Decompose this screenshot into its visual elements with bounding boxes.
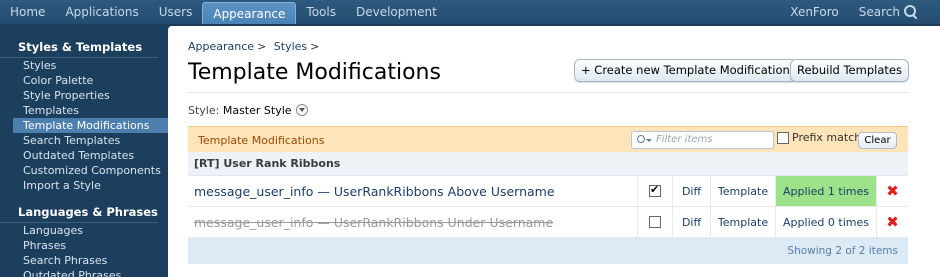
enable-toggle[interactable] (637, 207, 672, 237)
modification-link[interactable]: message_user_info — UserRankRibbons Unde… (188, 207, 637, 237)
sidebar-item-style-properties[interactable]: Style Properties (0, 88, 168, 103)
nav-tab-applications[interactable]: Applications (55, 0, 148, 24)
nav-search[interactable]: Search (849, 0, 940, 24)
nav-tab-home[interactable]: Home (0, 0, 55, 24)
list-header: Template Modifications Filter items Pref… (188, 126, 908, 152)
prefix-match-checkbox[interactable] (777, 131, 789, 144)
delete-icon: ✖ (886, 213, 899, 231)
breadcrumb: Appearance > Styles > (188, 40, 323, 53)
clear-filter-button[interactable]: Clear (858, 132, 897, 149)
addon-group-header: [RT] User Rank Ribbons (188, 152, 908, 176)
filter-icon (637, 135, 652, 145)
filter-input[interactable]: Filter items (631, 131, 774, 149)
enable-checkbox[interactable] (649, 216, 661, 228)
sidebar-item-styles[interactable]: Styles (0, 58, 168, 73)
style-selector-value: Master Style (222, 104, 292, 117)
sidebar: Styles & Templates Styles Color Palette … (0, 26, 168, 277)
list-item: message_user_info — UserRankRibbons Unde… (188, 207, 908, 238)
breadcrumb-separator: > (310, 40, 320, 53)
list-footer: Showing 2 of 2 items (188, 238, 908, 264)
sidebar-item-import-style[interactable]: Import a Style (0, 178, 168, 193)
breadcrumb-appearance[interactable]: Appearance (188, 40, 254, 53)
sidebar-item-outdated-templates[interactable]: Outdated Templates (0, 148, 168, 163)
applied-status[interactable]: Applied 0 times (775, 207, 876, 237)
list-header-title: Template Modifications (198, 134, 325, 147)
nav-tab-tools[interactable]: Tools (296, 0, 346, 24)
prefix-match-label: Prefix match (792, 131, 862, 144)
sidebar-item-languages[interactable]: Languages (0, 223, 168, 238)
sidebar-item-search-phrases[interactable]: Search Phrases (0, 253, 168, 268)
create-template-modification-button[interactable]: + Create new Template Modification (574, 59, 797, 82)
diff-link[interactable]: Diff (672, 176, 710, 206)
nav-tab-appearance[interactable]: Appearance (202, 2, 297, 24)
style-selector[interactable]: Style: Master Style (188, 104, 309, 117)
breadcrumb-separator: > (257, 40, 267, 53)
enable-toggle[interactable] (637, 176, 672, 206)
page-title: Template Modifications (188, 60, 441, 85)
main-content: Appearance > Styles > Template Modificatio… (168, 26, 940, 277)
prefix-match[interactable]: Prefix match (777, 131, 861, 144)
diff-link[interactable]: Diff (672, 207, 710, 237)
modification-link[interactable]: message_user_info — UserRankRibbons Abov… (188, 176, 637, 206)
breadcrumb-styles[interactable]: Styles (274, 40, 307, 53)
sidebar-section-title: Languages & Phrases (0, 202, 158, 223)
delete-button[interactable]: ✖ (876, 207, 908, 237)
sidebar-item-customized-components[interactable]: Customized Components (0, 163, 168, 178)
nav-xenforo-link[interactable]: XenForo (780, 0, 849, 24)
sidebar-item-search-templates[interactable]: Search Templates (0, 133, 168, 148)
top-navigation: Home Applications Users Appearance Tools… (0, 0, 940, 25)
sidebar-item-outdated-phrases[interactable]: Outdated Phrases (0, 268, 168, 277)
nav-search-label: Search (858, 4, 900, 19)
delete-icon: ✖ (886, 182, 899, 200)
applied-status[interactable]: Applied 1 times (775, 176, 876, 206)
search-icon (904, 5, 918, 19)
list-item: message_user_info — UserRankRibbons Abov… (188, 176, 908, 207)
enable-checkbox[interactable] (649, 183, 661, 197)
delete-button[interactable]: ✖ (876, 176, 908, 206)
nav-tab-development[interactable]: Development (346, 0, 447, 24)
sidebar-item-template-modifications[interactable]: Template Modifications (13, 118, 168, 133)
sidebar-item-phrases[interactable]: Phrases (0, 238, 168, 253)
sidebar-item-templates[interactable]: Templates (0, 103, 168, 118)
filter-placeholder: Filter items (656, 134, 713, 145)
nav-tab-users[interactable]: Users (149, 0, 203, 24)
rebuild-templates-button[interactable]: Rebuild Templates (790, 59, 909, 82)
style-selector-label: Style: (188, 104, 220, 117)
chevron-down-icon[interactable] (296, 104, 309, 116)
sidebar-section-title: Styles & Templates (0, 37, 158, 58)
divider (188, 92, 908, 93)
template-modifications-list: Template Modifications Filter items Pref… (188, 126, 908, 264)
sidebar-item-color-palette[interactable]: Color Palette (0, 73, 168, 88)
template-link[interactable]: Template (710, 176, 775, 206)
template-link[interactable]: Template (710, 207, 775, 237)
